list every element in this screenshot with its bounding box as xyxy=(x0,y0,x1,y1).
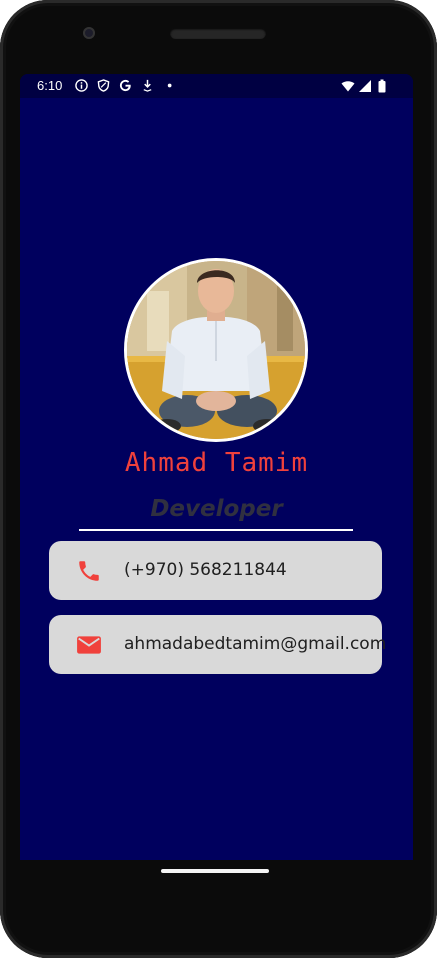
earpiece-speaker xyxy=(170,28,266,39)
app-screen: 6:10 Ahmad Tamim Developer (+970) 568211… xyxy=(20,74,413,860)
profile-avatar xyxy=(124,258,308,442)
phone-card[interactable]: (+970) 568211844 xyxy=(49,541,382,600)
phone-frame: 6:10 Ahmad Tamim Developer (+970) 568211… xyxy=(0,0,437,958)
cell-signal-icon xyxy=(359,80,371,92)
email-card[interactable]: ahmadabedtamim@gmail.com xyxy=(49,615,386,674)
download-icon xyxy=(143,79,152,92)
wifi-icon xyxy=(341,81,355,92)
google-g-icon xyxy=(119,79,131,92)
email-address: ahmadabedtamim@gmail.com xyxy=(124,634,387,654)
home-gesture-bar[interactable] xyxy=(161,869,269,873)
profile-photo xyxy=(127,261,305,439)
front-camera xyxy=(83,27,95,39)
dot-icon xyxy=(167,83,172,88)
info-icon xyxy=(75,79,88,92)
shield-icon xyxy=(97,79,110,92)
phone-icon xyxy=(79,561,99,581)
profile-name: Ahmad Tamim xyxy=(124,448,309,478)
email-icon xyxy=(77,636,101,654)
phone-number: (+970) 568211844 xyxy=(124,560,287,580)
divider xyxy=(79,529,353,531)
status-time: 6:10 xyxy=(37,78,63,93)
profile-role: Developer xyxy=(150,496,283,522)
status-bar: 6:10 xyxy=(20,74,413,98)
battery-icon xyxy=(378,79,386,93)
